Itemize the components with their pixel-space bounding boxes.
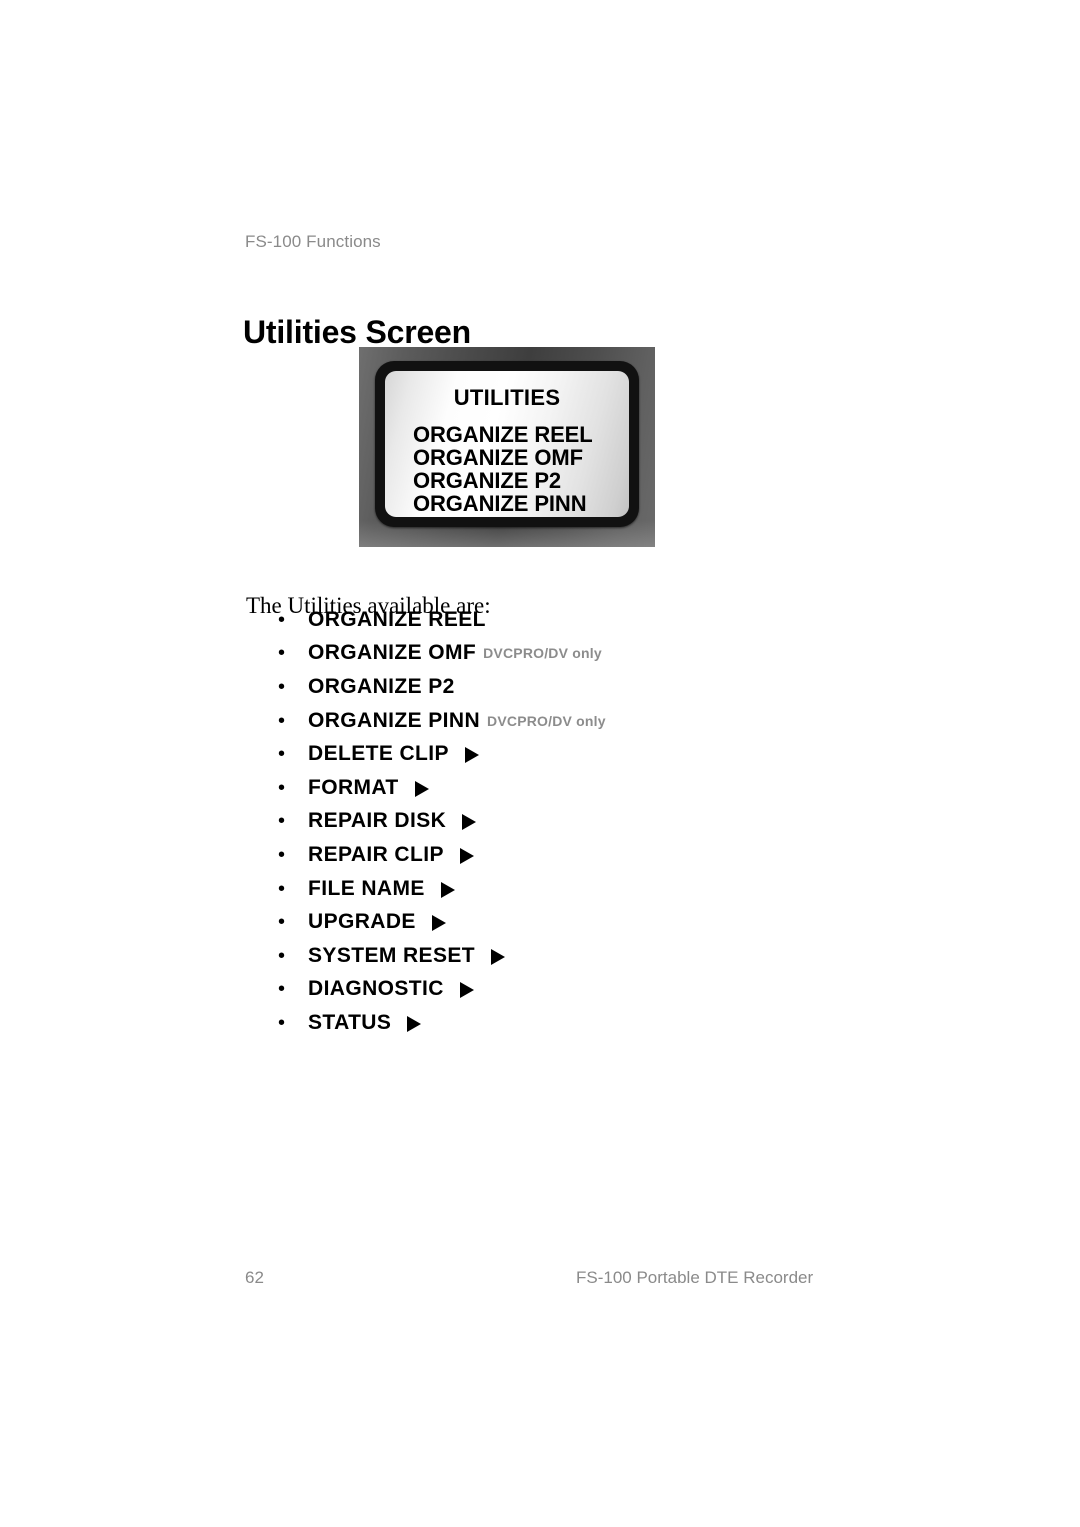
utility-label: FORMAT [308, 775, 399, 799]
utility-label: REPAIR DISK [308, 809, 447, 833]
bullet-icon: • [278, 877, 286, 900]
utility-list-item: • DIAGNOSTIC [272, 973, 606, 1007]
triangle-right-icon [414, 780, 430, 798]
lcd-menu-item: ORGANIZE REEL [413, 422, 593, 447]
utility-label: ORGANIZE PINN [308, 708, 481, 732]
lcd-menu-item: ORGANIZE P2 [413, 468, 562, 493]
triangle-right-icon [464, 746, 480, 764]
lcd-screen-figure: UTILITIES ORGANIZE REEL ORGANIZE OMF ORG… [359, 347, 655, 547]
utility-label: ORGANIZE REEL [308, 607, 486, 631]
bullet-icon: • [278, 1011, 286, 1034]
utility-list-item: • UPGRADE [272, 905, 606, 939]
utility-list-item: • DELETE CLIP [272, 737, 606, 771]
triangle-right-icon [459, 847, 475, 865]
bullet-icon: • [278, 709, 286, 732]
utility-label: DIAGNOSTIC [308, 977, 444, 1001]
bullet-icon: • [278, 944, 286, 967]
lcd-menu-item: ORGANIZE PINN [413, 491, 587, 516]
bullet-icon: • [278, 911, 286, 934]
utility-list-item: • ORGANIZE REEL [272, 603, 606, 637]
lcd-display: UTILITIES ORGANIZE REEL ORGANIZE OMF ORG… [385, 371, 629, 517]
triangle-right-icon [461, 813, 477, 831]
lcd-screen-title: UTILITIES [453, 385, 561, 410]
utility-list-item: • ORGANIZE OMF DVCPRO/DV only [272, 637, 606, 671]
utility-list-item: • FORMAT [272, 771, 606, 805]
bullet-icon: • [278, 978, 286, 1001]
utility-note: DVCPRO/DV only [487, 712, 606, 729]
utility-label: FILE NAME [308, 876, 425, 900]
bullet-icon: • [278, 608, 286, 631]
bullet-icon: • [278, 642, 286, 665]
utility-list-item: • ORGANIZE PINN DVCPRO/DV only [272, 704, 606, 738]
lcd-bezel: UTILITIES ORGANIZE REEL ORGANIZE OMF ORG… [375, 361, 639, 527]
utility-label: UPGRADE [308, 910, 416, 934]
triangle-right-icon [459, 981, 475, 999]
bullet-icon: • [278, 810, 286, 833]
footer-page-number: 62 [245, 1268, 264, 1287]
lcd-menu-list: ORGANIZE REEL ORGANIZE OMF ORGANIZE P2 O… [413, 423, 593, 515]
utility-list-item: • SYSTEM RESET [272, 939, 606, 973]
utility-label: ORGANIZE P2 [308, 674, 455, 698]
bullet-icon: • [278, 743, 286, 766]
utility-label: REPAIR CLIP [308, 842, 444, 866]
utility-label: ORGANIZE OMF [308, 641, 477, 665]
utility-list-item: • FILE NAME [272, 872, 606, 906]
triangle-right-icon [440, 881, 456, 899]
utilities-bullet-list: • ORGANIZE REEL • ORGANIZE OMF DVCPRO/DV onl… [272, 603, 606, 1040]
utility-note: DVCPRO/DV only [483, 645, 602, 662]
utility-list-item: • STATUS [272, 1006, 606, 1040]
bullet-icon: • [278, 675, 286, 698]
lcd-menu-item: ORGANIZE OMF [413, 445, 583, 470]
utility-label: STATUS [308, 1010, 392, 1034]
page-title: Utilities Screen [243, 314, 472, 351]
triangle-right-icon [431, 914, 447, 932]
bullet-icon: • [278, 776, 286, 799]
utility-list-item: • ORGANIZE P2 [272, 670, 606, 704]
running-header: FS-100 Functions [245, 232, 381, 251]
utility-label: SYSTEM RESET [308, 943, 475, 967]
utility-label: DELETE CLIP [308, 742, 449, 766]
footer-product-name: FS-100 Portable DTE Recorder [576, 1268, 814, 1287]
utility-list-item: • REPAIR CLIP [272, 838, 606, 872]
document-page: FS-100 Functions Utilities Screen UTILIT… [0, 0, 1080, 1527]
triangle-right-icon [406, 1015, 422, 1033]
utility-list-item: • REPAIR DISK [272, 805, 606, 839]
bullet-icon: • [278, 843, 286, 866]
triangle-right-icon [490, 948, 506, 966]
